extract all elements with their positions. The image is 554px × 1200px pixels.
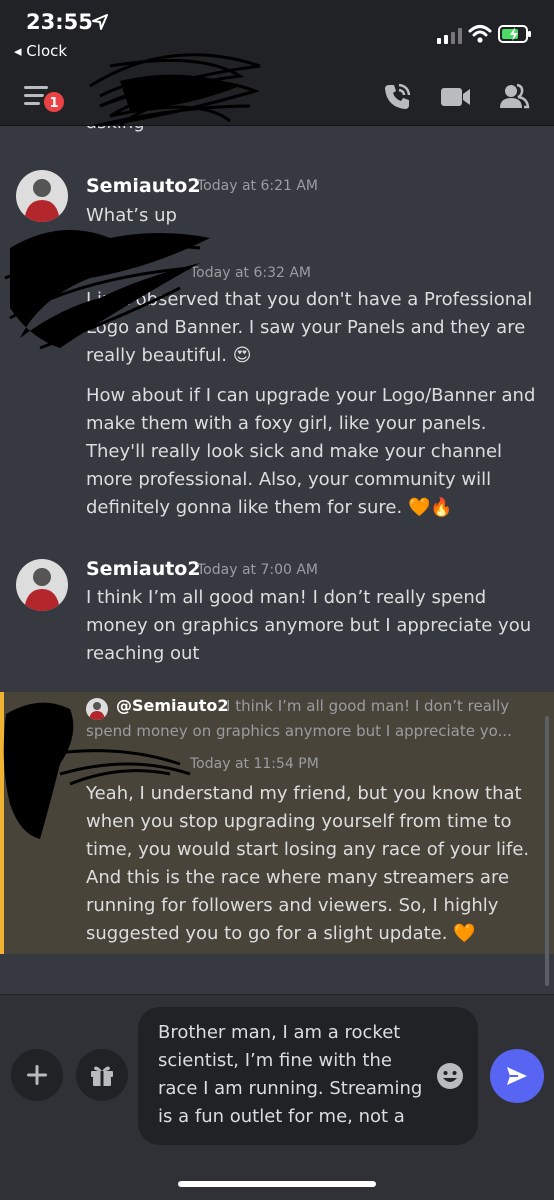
message-input[interactable]: Brother man, I am a rocket scientist, I’… xyxy=(138,1007,478,1145)
redaction-scribble xyxy=(3,702,191,839)
members-icon[interactable] xyxy=(498,82,530,112)
avatar[interactable] xyxy=(16,559,68,611)
reply-preview-text[interactable]: I think I’m all good man! I don’t really xyxy=(226,697,509,715)
notification-badge: 1 xyxy=(42,90,66,114)
scrollbar[interactable] xyxy=(545,716,549,986)
phone-call-icon[interactable] xyxy=(382,82,412,112)
heart-eyes-emoji: 😍 xyxy=(232,345,252,366)
location-arrow-icon xyxy=(92,14,108,30)
battery-charging-icon xyxy=(498,25,531,43)
video-camera-icon[interactable] xyxy=(440,84,472,110)
cellular-signal-icon xyxy=(437,28,462,44)
orange-heart-emoji: 🧡 xyxy=(453,923,476,944)
message-text: How about if I can upgrade your Logo/Ban… xyxy=(86,382,544,522)
avatar[interactable] xyxy=(16,170,68,222)
message-timestamp: Today at 6:21 AM xyxy=(197,178,319,194)
message-composer: Brother man, I am a rocket scientist, I’… xyxy=(0,994,554,1200)
redaction-scribble xyxy=(89,53,261,128)
message-list[interactable]: asking Semiauto2 Today at 6:21 AM What’s… xyxy=(0,126,554,994)
message-draft-text[interactable]: Brother man, I am a rocket scientist, I’… xyxy=(158,1019,428,1131)
message-username[interactable]: Semiauto2 xyxy=(86,175,201,197)
message-timestamp: Today at 11:54 PM xyxy=(190,756,319,772)
message-paragraph: How about if I can upgrade your Logo/Ban… xyxy=(86,385,536,518)
emoji-icon[interactable] xyxy=(436,1062,464,1090)
home-indicator[interactable] xyxy=(178,1181,376,1187)
message-timestamp: Today at 7:00 AM xyxy=(197,562,319,578)
send-button[interactable] xyxy=(490,1049,544,1103)
mentioned-message[interactable]: @Semiauto2 I think I’m all good man! I d… xyxy=(0,692,554,954)
heart-fire-emoji: 🧡🔥 xyxy=(407,497,453,518)
status-time: 23:55 xyxy=(26,10,93,34)
plus-icon xyxy=(27,1065,47,1085)
wifi-icon xyxy=(468,25,492,43)
redaction-scribble xyxy=(4,230,210,350)
message-username[interactable]: Semiauto2 xyxy=(86,558,201,580)
send-icon xyxy=(507,1067,527,1085)
partial-message-text: asking xyxy=(86,126,145,133)
channel-header: 1 xyxy=(0,53,554,128)
back-to-app-link[interactable]: ◂ Clock xyxy=(14,42,67,60)
gift-icon xyxy=(91,1066,113,1086)
message-text: I think I’m all good man! I don’t really… xyxy=(86,587,532,664)
add-attachment-button[interactable] xyxy=(11,1049,63,1101)
gift-button[interactable] xyxy=(76,1049,128,1101)
